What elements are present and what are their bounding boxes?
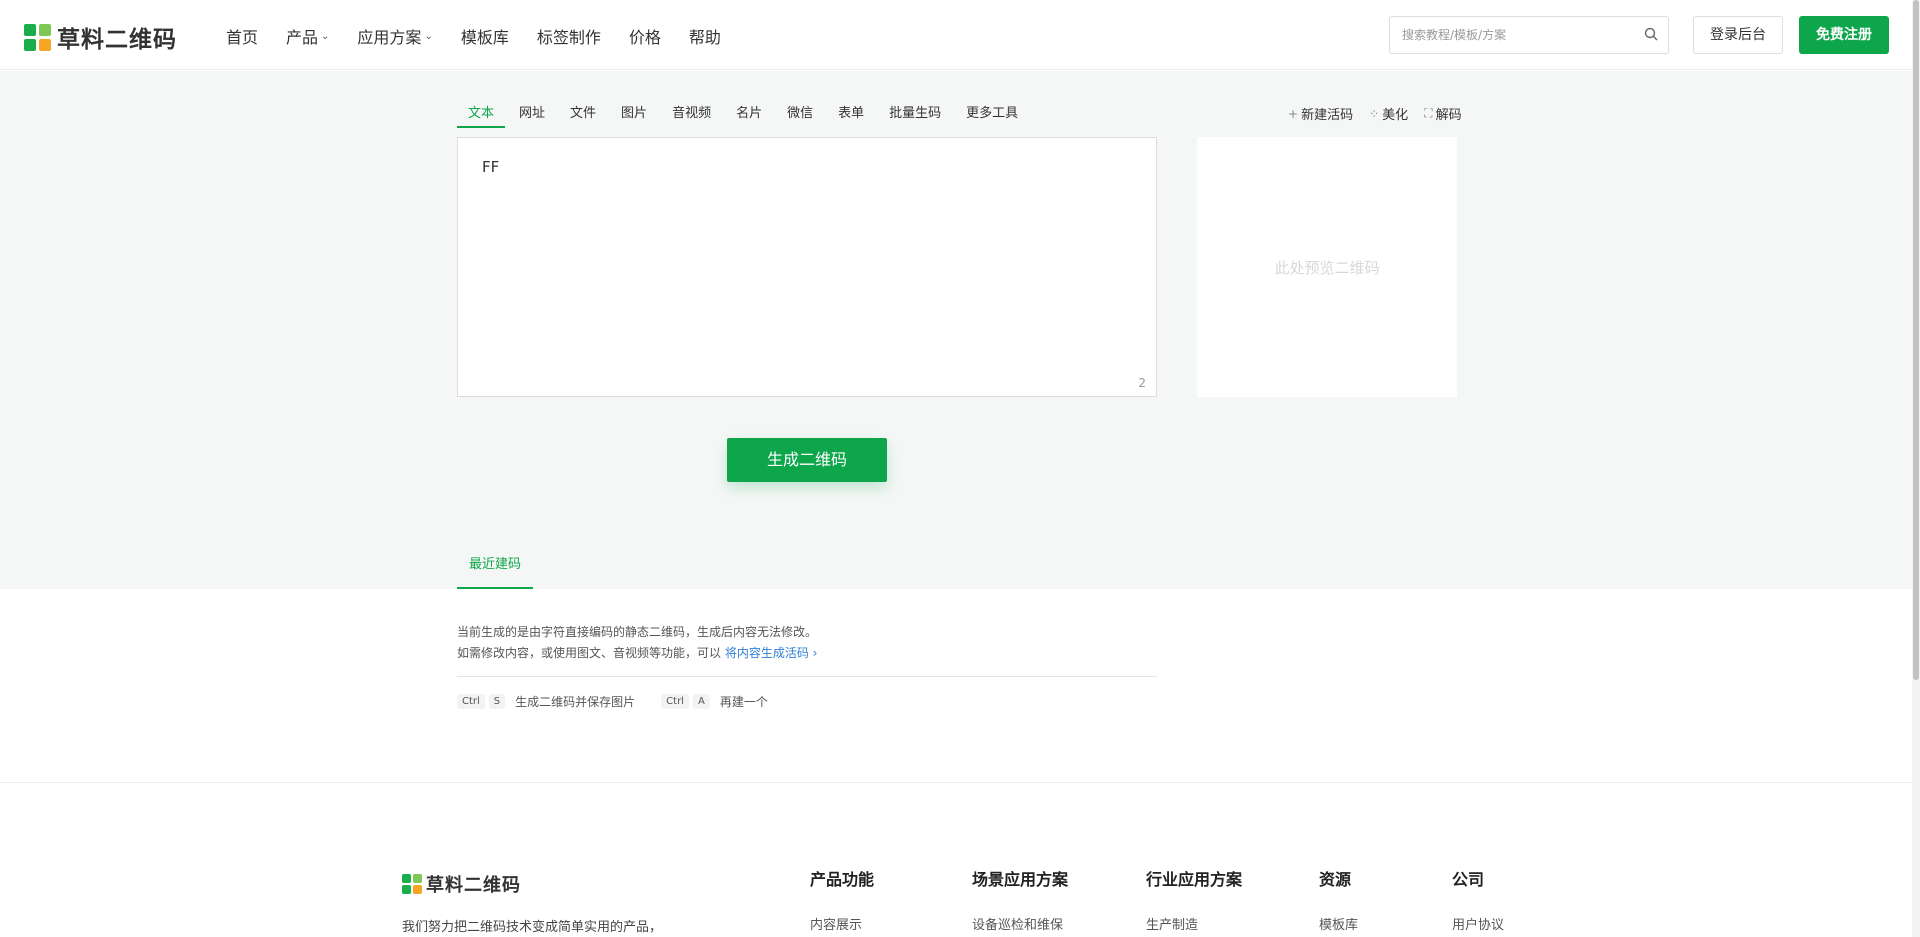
footer-column-title: 产品功能 xyxy=(810,870,875,889)
chevron-down-icon: ⌄ xyxy=(321,30,330,42)
preview-placeholder: 此处预览二维码 xyxy=(1274,259,1380,277)
register-button[interactable]: 免费注册 xyxy=(1799,16,1889,54)
tool-label: 解码 xyxy=(1435,108,1462,123)
content-textarea[interactable]: FF xyxy=(458,138,1156,396)
login-button[interactable]: 登录后台 xyxy=(1693,16,1783,54)
footer-logo-text: 草料二维码 xyxy=(426,875,521,896)
nav-item-help[interactable]: 帮助 xyxy=(689,24,721,48)
kbd-key: A xyxy=(692,694,710,709)
footer-column-scenarios: 场景应用方案 设备巡检和维保 xyxy=(972,866,1068,933)
nav-item-home[interactable]: 首页 xyxy=(226,24,258,48)
page-scrollbar[interactable] xyxy=(1912,0,1920,937)
footer-link[interactable]: 内容展示 xyxy=(810,914,874,933)
footer-link[interactable]: 模板库 xyxy=(1319,914,1358,933)
divider xyxy=(457,676,1157,677)
notice-line-1: 当前生成的是由字符直接编码的静态二维码，生成后内容无法修改。 xyxy=(457,625,818,639)
search-input[interactable] xyxy=(1390,17,1630,53)
footer-column-title: 场景应用方案 xyxy=(972,870,1069,889)
generate-qr-button[interactable]: 生成二维码 xyxy=(727,438,887,482)
footer-column-industries: 行业应用方案 生产制造 xyxy=(1146,866,1242,933)
notice-text: 如需修改内容，或使用图文、音视频等功能，可以 xyxy=(457,646,722,660)
footer-divider xyxy=(0,782,1912,783)
footer-column-products: 产品功能 内容展示 xyxy=(810,866,874,933)
beautify-button[interactable]: ⁘ 美化 xyxy=(1369,104,1409,124)
kbd-key: S xyxy=(488,694,506,709)
new-dynamic-code-button[interactable]: + 新建活码 xyxy=(1288,104,1354,124)
shortcut-label: 再建一个 xyxy=(719,695,768,709)
tab-batch[interactable]: 批量生码 xyxy=(878,104,952,128)
footer-column-title: 行业应用方案 xyxy=(1146,870,1243,889)
top-header: 草料二维码 首页 产品⌄ 应用方案⌄ 模板库 标签制作 价格 帮助 登录后台 免… xyxy=(0,0,1912,70)
tool-label: 美化 xyxy=(1382,108,1409,123)
tab-text[interactable]: 文本 xyxy=(457,104,506,128)
footer-description: 我们努力把二维码技术变成简单实用的产品， xyxy=(402,920,663,935)
tab-image[interactable]: 图片 xyxy=(610,104,658,128)
site-logo[interactable]: 草料二维码 xyxy=(24,20,177,54)
sparkle-icon: ⁘ xyxy=(1369,106,1380,121)
main-nav: 首页 产品 ⌄ 应用方案 ⌄ 模板库 标签制作 价格 帮助 xyxy=(226,24,749,48)
tab-form[interactable]: 表单 xyxy=(827,104,875,128)
nav-item-pricing[interactable]: 价格 xyxy=(629,24,661,48)
nav-item-solutions[interactable]: 应用方案 ⌄ xyxy=(357,24,432,48)
editor-tools: + 新建活码 ⁘ 美化 ⛶ 解码 xyxy=(1272,104,1462,123)
footer-column-company: 公司 用户协议 xyxy=(1452,866,1504,933)
nav-label: 产品 xyxy=(286,28,319,47)
nav-label: 帮助 xyxy=(688,28,721,47)
keyboard-shortcuts: Ctrl S 生成二维码并保存图片 Ctrl A 再建一个 xyxy=(457,693,794,710)
convert-to-dynamic-link[interactable]: 将内容生成活码 › xyxy=(725,646,818,660)
decode-button[interactable]: ⛶ 解码 xyxy=(1424,104,1461,123)
tab-business-card[interactable]: 名片 xyxy=(725,104,773,128)
qr-preview-panel: 此处预览二维码 xyxy=(1197,137,1457,397)
scan-icon: ⛶ xyxy=(1424,106,1433,120)
notice-line-2: 如需修改内容，或使用图文、音视频等功能，可以 将内容生成活码 › xyxy=(457,643,1157,664)
nav-label: 价格 xyxy=(628,28,661,47)
footer-logo[interactable]: 草料二维码 xyxy=(402,871,521,897)
footer-column-resources: 资源 模板库 xyxy=(1319,866,1358,933)
plus-icon: + xyxy=(1288,106,1299,121)
footer-column-title: 公司 xyxy=(1452,870,1485,889)
search-box xyxy=(1389,16,1669,54)
footer-link[interactable]: 生产制造 xyxy=(1146,914,1242,933)
nav-label: 首页 xyxy=(226,28,259,47)
char-count: 2 xyxy=(1138,376,1146,390)
nav-item-label-making[interactable]: 标签制作 xyxy=(537,24,601,48)
nav-label: 标签制作 xyxy=(536,28,601,47)
tab-file[interactable]: 文件 xyxy=(559,104,607,128)
text-editor: FF 2 xyxy=(457,137,1157,397)
content-type-tabs: 文本 网址 文件 图片 音视频 名片 微信 表单 批量生码 更多工具 xyxy=(457,104,1032,128)
chevron-down-icon: ⌄ xyxy=(424,30,433,42)
kbd-key: Ctrl xyxy=(457,694,485,709)
search-icon[interactable] xyxy=(1644,27,1658,41)
tab-wechat[interactable]: 微信 xyxy=(776,104,824,128)
tab-more-tools[interactable]: 更多工具 xyxy=(955,104,1029,128)
logo-icon xyxy=(24,23,51,51)
kbd-key: Ctrl xyxy=(661,694,689,709)
tool-label: 新建活码 xyxy=(1301,108,1354,123)
footer-link[interactable]: 设备巡检和维保 xyxy=(972,914,1068,933)
footer-link[interactable]: 用户协议 xyxy=(1452,914,1504,933)
nav-label: 模板库 xyxy=(460,28,509,47)
tab-recent-codes[interactable]: 最近建码 xyxy=(457,554,534,589)
nav-label: 应用方案 xyxy=(357,28,422,47)
nav-item-templates[interactable]: 模板库 xyxy=(461,24,509,48)
nav-item-products[interactable]: 产品 ⌄ xyxy=(286,24,329,48)
logo-icon xyxy=(402,874,422,894)
tab-url[interactable]: 网址 xyxy=(508,104,556,128)
footer-column-title: 资源 xyxy=(1319,870,1352,889)
static-code-notice: 当前生成的是由字符直接编码的静态二维码，生成后内容无法修改。 如需修改内容，或使… xyxy=(457,622,1157,664)
shortcut-label: 生成二维码并保存图片 xyxy=(515,695,636,709)
scrollbar-thumb[interactable] xyxy=(1913,0,1919,680)
tab-audio-video[interactable]: 音视频 xyxy=(661,104,722,128)
logo-text: 草料二维码 xyxy=(57,27,177,53)
